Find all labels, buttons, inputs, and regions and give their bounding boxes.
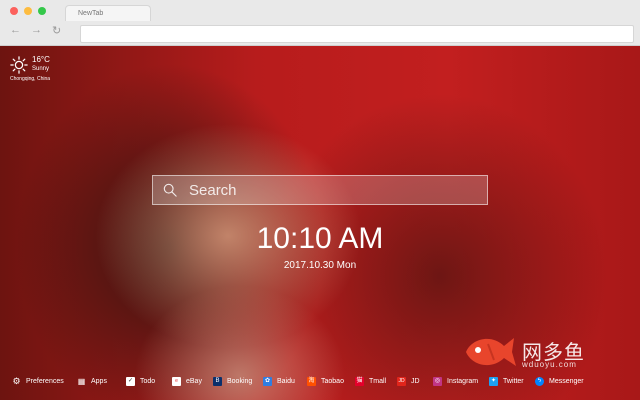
ebay-link[interactable]: e eBay bbox=[172, 377, 202, 386]
jd-link[interactable]: JD JD bbox=[397, 377, 420, 386]
jd-icon: JD bbox=[397, 377, 406, 386]
instagram-label: Instagram bbox=[447, 378, 479, 385]
browser-chrome: NewTab ← → ↻ bbox=[0, 0, 640, 46]
weather-condition: Sunny bbox=[32, 66, 50, 72]
booking-icon: B bbox=[213, 377, 222, 386]
twitter-label: Twitter bbox=[503, 378, 524, 385]
booking-link[interactable]: B Booking bbox=[213, 377, 252, 386]
ebay-icon: e bbox=[172, 377, 181, 386]
baidu-icon: ✿ bbox=[263, 377, 272, 386]
todo-link[interactable]: ✓ Todo bbox=[126, 377, 155, 386]
messenger-label: Messenger bbox=[549, 378, 584, 385]
grid-icon: ▦ bbox=[77, 377, 86, 386]
fish-logo-icon bbox=[466, 338, 516, 366]
check-icon: ✓ bbox=[126, 377, 135, 386]
window-controls bbox=[10, 7, 46, 15]
twitter-icon: ✦ bbox=[489, 377, 498, 386]
browser-tab[interactable]: NewTab bbox=[65, 5, 151, 21]
tab-title: NewTab bbox=[78, 10, 104, 17]
instagram-link[interactable]: ◎ Instagram bbox=[433, 377, 478, 386]
apps-label: Apps bbox=[91, 378, 107, 385]
clock-date: 2017.10.30 Mon bbox=[283, 260, 357, 271]
minimize-window-button[interactable] bbox=[24, 7, 32, 15]
tmall-link[interactable]: 猫 Tmall bbox=[355, 377, 386, 386]
sun-icon bbox=[10, 56, 28, 74]
apps-link[interactable]: ▦ Apps bbox=[77, 377, 107, 386]
preferences-link[interactable]: ⚙ Preferences bbox=[12, 376, 64, 386]
address-bar[interactable] bbox=[80, 25, 634, 43]
baidu-link[interactable]: ✿ Baidu bbox=[263, 377, 295, 386]
weather-location: Chongqing, China bbox=[10, 76, 51, 82]
gear-icon: ⚙ bbox=[12, 376, 21, 386]
back-icon[interactable]: ← bbox=[10, 24, 21, 37]
maximize-window-button[interactable] bbox=[38, 7, 46, 15]
taobao-icon: 淘 bbox=[307, 377, 316, 386]
reload-icon[interactable]: ↻ bbox=[52, 24, 61, 37]
todo-label: Todo bbox=[140, 378, 156, 385]
forward-icon[interactable]: → bbox=[31, 24, 42, 37]
instagram-icon: ◎ bbox=[433, 377, 442, 386]
weather-temperature: 16°C bbox=[32, 55, 50, 64]
jd-label: JD bbox=[411, 378, 420, 385]
tmall-icon: 猫 bbox=[355, 377, 364, 386]
baidu-label: Baidu bbox=[277, 378, 295, 385]
messenger-icon: ϟ bbox=[535, 377, 544, 386]
tmall-label: Tmall bbox=[369, 378, 387, 385]
preferences-label: Preferences bbox=[26, 378, 64, 385]
search-input[interactable] bbox=[189, 176, 479, 204]
ebay-label: eBay bbox=[186, 378, 202, 385]
watermark-url: wduoyu.com bbox=[522, 360, 577, 369]
twitter-link[interactable]: ✦ Twitter bbox=[489, 377, 524, 386]
taobao-label: Taobao bbox=[321, 378, 344, 385]
taobao-link[interactable]: 淘 Taobao bbox=[307, 377, 344, 386]
close-window-button[interactable] bbox=[10, 7, 18, 15]
navigation-buttons: ← → ↻ bbox=[10, 24, 61, 37]
messenger-link[interactable]: ϟ Messenger bbox=[535, 377, 584, 386]
clock-time: 10:10 AM bbox=[256, 222, 384, 255]
search-icon[interactable] bbox=[163, 183, 177, 197]
booking-label: Booking bbox=[227, 378, 253, 385]
search-box[interactable] bbox=[152, 175, 488, 205]
